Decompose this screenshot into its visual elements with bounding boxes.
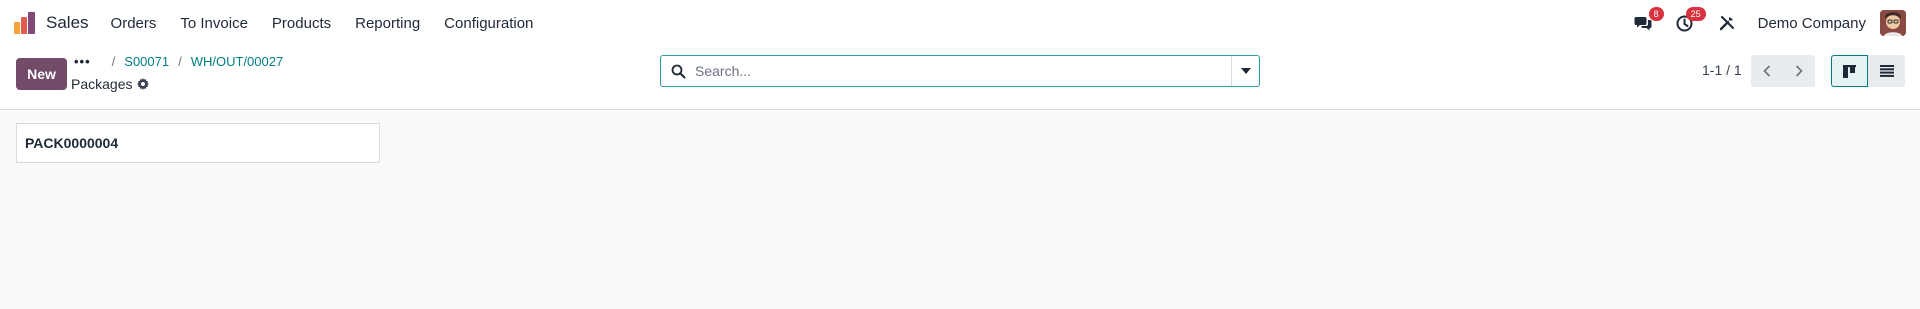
pager-value[interactable]: 1-1 / 1 bbox=[1702, 62, 1742, 78]
menu-item-to-invoice[interactable]: To Invoice bbox=[180, 15, 248, 32]
messages-button[interactable]: 8 bbox=[1632, 7, 1664, 34]
top-navbar: Sales Orders To Invoice Products Reporti… bbox=[0, 0, 1920, 46]
breadcrumb: ••• / S00071 / WH/OUT/00027 bbox=[74, 54, 283, 69]
search-input[interactable] bbox=[695, 63, 1231, 79]
new-button[interactable]: New bbox=[16, 58, 67, 90]
chevron-left-icon bbox=[1763, 65, 1771, 77]
actions-gear-button[interactable] bbox=[137, 78, 150, 90]
chevron-right-icon bbox=[1795, 65, 1803, 77]
list-icon bbox=[1879, 65, 1894, 77]
menu-item-products[interactable]: Products bbox=[272, 15, 331, 32]
avatar-icon bbox=[1880, 10, 1906, 36]
tools-icon bbox=[1719, 16, 1734, 31]
breadcrumb-separator: / bbox=[178, 54, 182, 69]
menu-item-orders[interactable]: Orders bbox=[111, 15, 157, 32]
page-title-text: Packages bbox=[71, 76, 133, 92]
sales-app-icon[interactable] bbox=[14, 12, 36, 34]
user-avatar[interactable] bbox=[1880, 10, 1906, 36]
debug-tools-button[interactable] bbox=[1716, 12, 1738, 34]
page-title: Packages bbox=[71, 76, 150, 92]
activities-button[interactable]: 25 bbox=[1674, 7, 1706, 34]
search-icon bbox=[661, 64, 695, 79]
menu-item-configuration[interactable]: Configuration bbox=[444, 15, 533, 32]
kanban-view: PACK0000004 bbox=[0, 110, 1920, 309]
kanban-record-card[interactable]: PACK0000004 bbox=[16, 123, 380, 163]
menu-item-reporting[interactable]: Reporting bbox=[355, 15, 420, 32]
pager-next-button[interactable] bbox=[1783, 55, 1815, 87]
app-name[interactable]: Sales bbox=[46, 13, 89, 33]
control-panel: New ••• / S00071 / WH/OUT/00027 Packages bbox=[0, 46, 1920, 110]
pager-previous-button[interactable] bbox=[1751, 55, 1783, 87]
gear-icon bbox=[137, 78, 150, 90]
list-view-button[interactable] bbox=[1868, 55, 1905, 87]
activities-count-badge: 25 bbox=[1685, 7, 1706, 21]
company-switcher[interactable]: Demo Company bbox=[1758, 15, 1866, 32]
messages-count-badge: 8 bbox=[1648, 7, 1664, 21]
search-box bbox=[660, 55, 1260, 87]
breadcrumb-more-button[interactable]: ••• bbox=[74, 54, 91, 69]
breadcrumb-separator: / bbox=[111, 54, 116, 69]
kanban-icon bbox=[1843, 64, 1856, 78]
breadcrumb-item-sale-order[interactable]: S00071 bbox=[124, 54, 169, 69]
search-options-toggle[interactable] bbox=[1231, 56, 1259, 86]
breadcrumb-item-delivery[interactable]: WH/OUT/00027 bbox=[191, 54, 283, 69]
kanban-view-button[interactable] bbox=[1831, 55, 1868, 87]
caret-down-icon bbox=[1240, 68, 1251, 74]
package-name: PACK0000004 bbox=[25, 135, 119, 151]
